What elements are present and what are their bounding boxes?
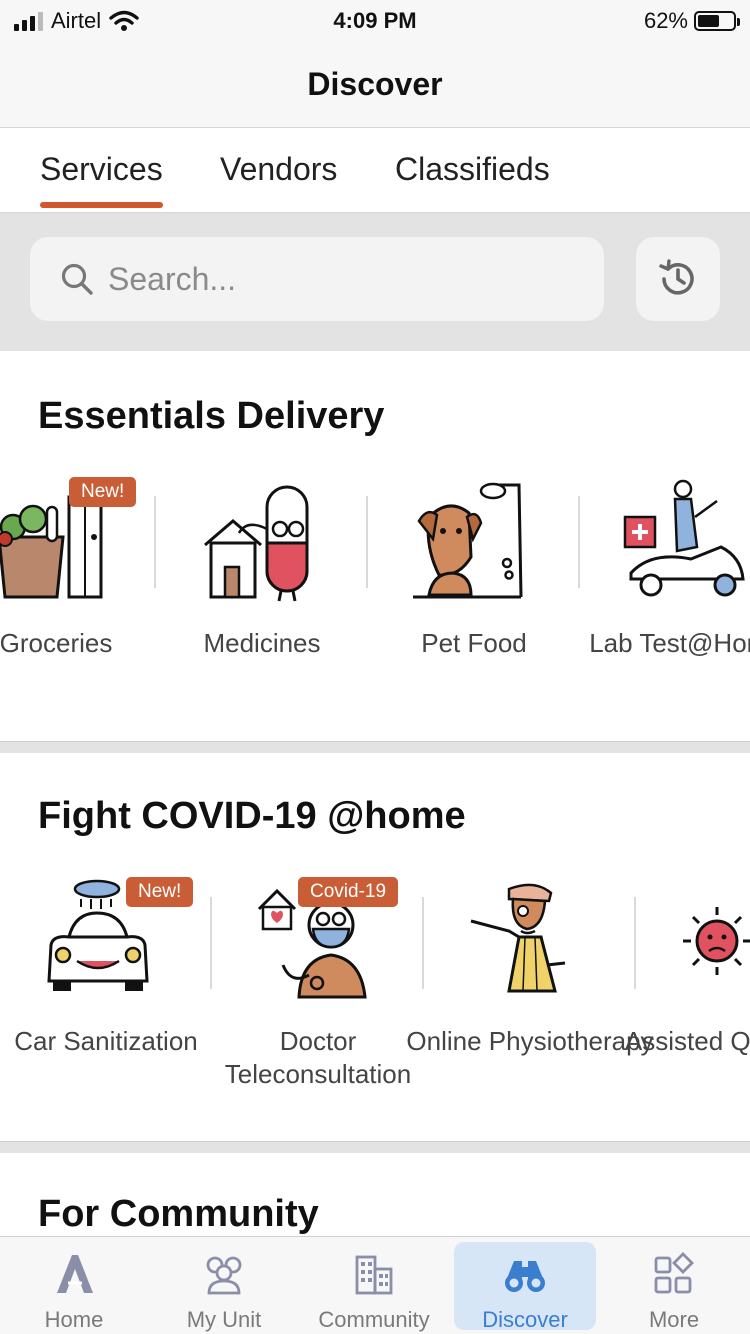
search-band: [0, 213, 750, 351]
search-box[interactable]: [30, 237, 604, 321]
segment-tabs: Services Vendors Classifieds: [0, 129, 750, 213]
lab-test-icon: [623, 479, 745, 597]
bottom-tab-bar: Home My Unit Community Discover More: [0, 1236, 750, 1334]
physiotherapy-icon: [470, 883, 566, 993]
tile-label: Assisted Quarantine: [624, 1026, 750, 1056]
medicines-icon: [204, 485, 309, 602]
people-icon: [206, 1256, 242, 1295]
section-divider: [0, 741, 750, 753]
bottom-tab-label: More: [648, 1307, 700, 1332]
new-badge: New!: [69, 477, 137, 507]
battery-icon: [694, 11, 740, 31]
virus-icon: [683, 907, 750, 975]
bottom-tab-more[interactable]: More: [603, 1237, 745, 1334]
battery-fill: [698, 15, 720, 27]
nav-header: Discover: [0, 42, 750, 128]
community-section: For Community: [0, 1153, 750, 1236]
covid-badge: Covid-19: [298, 877, 399, 907]
section-title: For Community: [38, 1193, 319, 1235]
bottom-tab-community[interactable]: Community: [303, 1237, 445, 1334]
history-button[interactable]: [636, 237, 720, 321]
home-logo-icon: [57, 1255, 93, 1293]
bottom-tab-home[interactable]: Home: [3, 1237, 145, 1334]
section-title: Fight COVID-19 @home: [38, 795, 466, 837]
search-icon: [61, 263, 93, 295]
service-tile-pet-food[interactable]: Pet Food: [368, 477, 580, 717]
tile-label: Lab Test@Home: [589, 628, 750, 658]
service-tile-car-sanitization[interactable]: Car Sanitization: [0, 875, 212, 1115]
pet-food-icon: [413, 482, 523, 599]
building-icon: [355, 1255, 393, 1295]
bottom-tab-label: Community: [318, 1307, 430, 1332]
grid-icon: [654, 1252, 694, 1294]
new-badge: New!: [126, 877, 194, 907]
service-tile-groceries[interactable]: Groceries: [0, 477, 162, 717]
essentials-section: Essentials Delivery Groceries New! Medic…: [0, 351, 750, 741]
service-tile-online-physiotherapy[interactable]: Online Physiotherapy: [406, 875, 654, 1115]
covid-section: Fight COVID-19 @home Car Sanitization Ne…: [0, 753, 750, 1141]
status-time: 4:09 PM: [333, 8, 417, 33]
search-input[interactable]: [108, 260, 568, 298]
tab-vendors[interactable]: Vendors: [220, 151, 337, 188]
status-right: 62%: [643, 8, 740, 34]
bottom-tab-label: Home: [44, 1307, 104, 1332]
page-title: Discover: [307, 66, 443, 102]
binoculars-icon: [505, 1261, 545, 1292]
battery-percent: 62%: [643, 8, 688, 33]
tab-classifieds[interactable]: Classifieds: [395, 151, 550, 188]
status-bar: Airtel 4:09 PM 62%: [0, 0, 750, 42]
service-tile-medicines[interactable]: Medicines: [156, 477, 368, 717]
service-tile-lab-test[interactable]: Lab Test@Home: [580, 477, 750, 717]
service-tile-assisted-quarantine[interactable]: Assisted Quarantine: [625, 875, 750, 1115]
service-tile-doctor-teleconsultation[interactable]: Doctor Teleconsultation: [212, 875, 424, 1115]
bottom-tab-my-unit[interactable]: My Unit: [153, 1237, 295, 1334]
bottom-tab-label: Discover: [482, 1307, 568, 1332]
bottom-tab-discover[interactable]: Discover: [454, 1242, 596, 1332]
section-divider: [0, 1141, 750, 1153]
history-icon: [659, 259, 694, 295]
tab-services[interactable]: Services: [40, 151, 163, 208]
bottom-tab-label: My Unit: [186, 1307, 262, 1332]
section-title: Essentials Delivery: [38, 395, 385, 437]
